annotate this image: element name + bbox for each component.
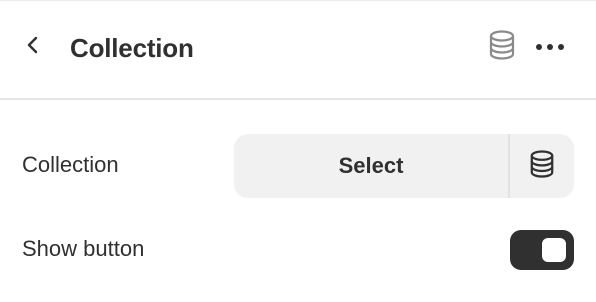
select-collection-button[interactable]: Select bbox=[234, 134, 510, 198]
toggle-knob bbox=[542, 238, 566, 262]
connect-dynamic-source-button[interactable] bbox=[510, 134, 574, 198]
chevron-left-icon bbox=[23, 35, 43, 60]
collection-picker: Select bbox=[234, 134, 574, 198]
page-title: Collection bbox=[70, 33, 194, 63]
more-actions-button[interactable] bbox=[530, 30, 570, 64]
panel-header: Collection bbox=[0, 0, 596, 100]
header-source-indicator bbox=[486, 29, 518, 65]
collection-setting-label: Collection bbox=[22, 152, 119, 177]
ellipsis-horizontal-icon bbox=[535, 38, 565, 56]
database-icon bbox=[529, 149, 555, 183]
show-button-toggle[interactable] bbox=[510, 230, 574, 270]
back-button[interactable] bbox=[14, 28, 52, 66]
database-icon bbox=[488, 29, 516, 65]
show-button-setting-label: Show button bbox=[22, 236, 145, 261]
